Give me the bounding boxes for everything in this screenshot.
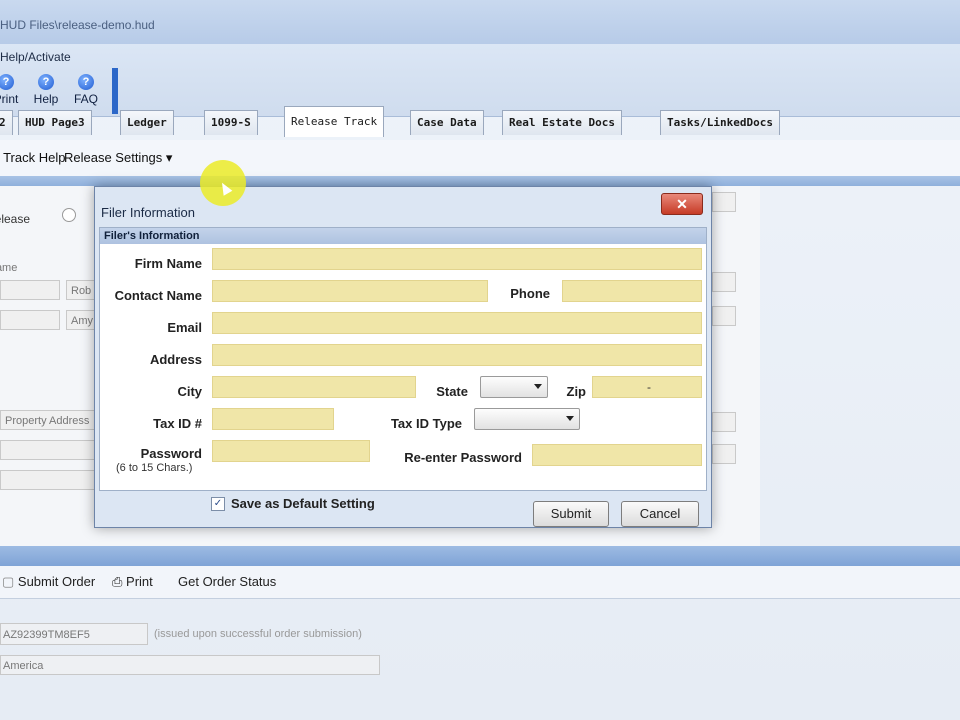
state-select[interactable] — [480, 376, 548, 398]
release-radio-label: Release — [0, 212, 31, 226]
printer-icon: ⎙ — [112, 574, 123, 589]
password-input[interactable] — [212, 440, 370, 462]
tab-case-data[interactable]: Case Data — [410, 110, 484, 135]
submit-button[interactable]: Submit — [533, 501, 609, 527]
section-bar — [0, 176, 960, 186]
zip-label: Zip — [566, 384, 587, 399]
tab-ledger[interactable]: Ledger — [120, 110, 174, 135]
state-label: State — [436, 384, 468, 399]
password-hint: (6 to 15 Chars.) — [116, 462, 193, 474]
tab-hud-page2[interactable]: 2 — [0, 110, 13, 135]
faq-icon: ? — [78, 74, 94, 90]
bg-field-8[interactable] — [712, 412, 736, 432]
tab-hud-page3[interactable]: HUD Page3 — [18, 110, 92, 135]
phone-input[interactable] — [562, 280, 702, 302]
tab-real-estate-docs[interactable]: Real Estate Docs — [502, 110, 622, 135]
window-titlebar: HUD Files\release-demo.hud — [0, 0, 960, 44]
bg-field-3[interactable] — [0, 440, 96, 460]
tab-strip: 2 HUD Page3 Ledger 1099-S Release Track … — [0, 106, 960, 140]
help-activate-menu[interactable]: Help/Activate — [0, 50, 71, 64]
window-title: HUD Files\release-demo.hud — [0, 18, 155, 32]
sub-toolbar: Release Track Help Release Settings ▾ — [0, 140, 960, 177]
submit-order-label: Submit Order — [17, 574, 96, 589]
filer-information-dialog: Filer Information ✕ Filer's Information … — [94, 186, 712, 528]
property-address-header: Property Address — [0, 410, 96, 430]
tax-id-input[interactable] — [212, 408, 334, 430]
get-order-status-button[interactable]: Get Order Status — [178, 574, 276, 589]
order-id-note: (issued upon successful order submission… — [154, 628, 362, 640]
zip-input[interactable]: - — [592, 376, 702, 398]
city-label: City — [177, 384, 202, 399]
cancel-button[interactable]: Cancel — [621, 501, 699, 527]
print-icon: ? — [0, 74, 14, 90]
print-button-label: Print — [0, 92, 19, 106]
reenter-password-input[interactable] — [532, 444, 702, 466]
order-id-field: AZ92399TM8EF5 — [0, 623, 148, 645]
tab-tasks-linkeddocs[interactable]: Tasks/LinkedDocs — [660, 110, 780, 135]
save-default-checkbox[interactable]: ✓ — [211, 497, 225, 511]
radio-button[interactable] — [62, 208, 76, 222]
tab-release-track[interactable]: Release Track — [284, 106, 385, 137]
firm-name-label: Firm Name — [134, 256, 202, 271]
tab-1099-s[interactable]: 1099-S — [204, 110, 258, 135]
close-icon: ✕ — [676, 196, 688, 212]
city-input[interactable] — [212, 376, 416, 398]
ribbon: Help/Activate ? Print ? Help ? FAQ — [0, 44, 960, 117]
bg-field-4[interactable] — [0, 470, 96, 490]
dialog-title: Filer Information — [101, 205, 195, 220]
tax-id-label: Tax ID # — [153, 416, 202, 431]
dialog-footer: ✓ Save as Default Setting Submit Cancel — [95, 489, 711, 527]
help-button-label: Help — [33, 92, 59, 106]
bg-field-second-name[interactable]: Amy — [66, 310, 96, 330]
ribbon-group-edge — [112, 68, 118, 114]
address-label: Address — [149, 352, 202, 367]
email-label: Email — [167, 320, 202, 335]
bg-field-first-name[interactable]: Rob — [66, 280, 96, 300]
release-settings-menu[interactable]: Release Settings ▾ — [64, 150, 172, 166]
firm-name-input[interactable] — [212, 248, 702, 270]
bg-field-1[interactable] — [0, 280, 60, 300]
chevron-down-icon — [566, 416, 574, 421]
save-default-label: Save as Default Setting — [231, 496, 375, 511]
section-header: Filer's Information — [100, 228, 706, 244]
tax-id-type-select[interactable] — [474, 408, 580, 430]
release-track-help-button[interactable]: Release Track Help — [0, 150, 65, 165]
phone-label: Phone — [510, 286, 550, 301]
contact-name-input[interactable] — [212, 280, 488, 302]
bg-field-5[interactable] — [712, 192, 736, 212]
reenter-password-label: Re-enter Password — [404, 450, 522, 465]
release-settings-label: Release Settings — [64, 150, 163, 165]
name-label: Name — [0, 262, 18, 274]
print-order-button[interactable]: ⎙ Print — [112, 574, 153, 590]
help-icon: ? — [38, 74, 54, 90]
screen: HUD Files\release-demo.hud Help/Activate… — [0, 0, 960, 720]
submit-order-button[interactable]: ▢ Submit Order — [2, 574, 95, 590]
tax-id-type-label: Tax ID Type — [390, 416, 462, 431]
region-field[interactable]: America — [0, 655, 380, 675]
password-label: Password — [140, 446, 202, 461]
bg-field-7[interactable] — [712, 306, 736, 326]
bg-field-9[interactable] — [712, 444, 736, 464]
order-toolbar: ▢ Submit Order ⎙ Print Get Order Status — [0, 566, 960, 599]
faq-button-label: FAQ — [73, 92, 98, 106]
email-input[interactable] — [212, 312, 702, 334]
close-button[interactable]: ✕ — [661, 193, 703, 215]
address-input[interactable] — [212, 344, 702, 366]
dialog-body: Filer's Information Firm Name Contact Na… — [99, 227, 707, 491]
bg-field-6[interactable] — [712, 272, 736, 292]
section-bar-bottom — [0, 546, 960, 566]
bg-field-2[interactable] — [0, 310, 60, 330]
chevron-down-icon — [534, 384, 542, 389]
contact-name-label: Contact Name — [114, 288, 202, 303]
print-order-label: Print — [126, 574, 153, 589]
